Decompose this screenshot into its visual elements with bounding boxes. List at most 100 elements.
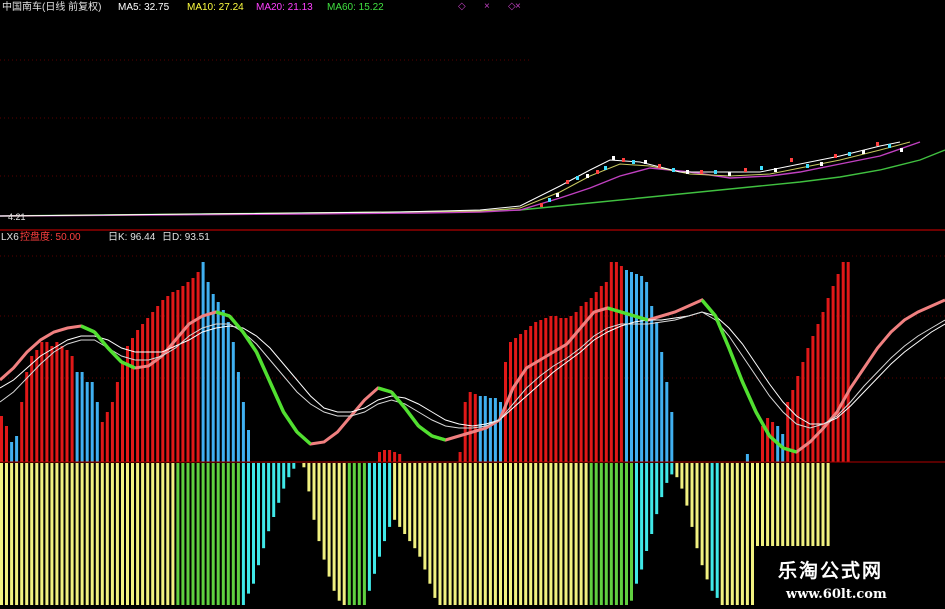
bar-down bbox=[85, 463, 89, 605]
bar-up bbox=[549, 316, 553, 462]
ma60-line bbox=[0, 149, 945, 217]
k-line-falling-segment bbox=[377, 386, 392, 394]
bar-down bbox=[635, 463, 638, 584]
bar-up bbox=[121, 362, 124, 462]
bar-down bbox=[695, 463, 699, 549]
bar-down bbox=[584, 463, 588, 605]
bar-down bbox=[247, 463, 250, 594]
bar-down bbox=[609, 463, 613, 605]
bar-up bbox=[539, 320, 543, 462]
bar-up bbox=[468, 392, 472, 462]
bar-up bbox=[544, 318, 548, 462]
indicator-bars bbox=[0, 262, 850, 605]
bar-down bbox=[660, 463, 664, 498]
bar-down bbox=[418, 463, 422, 557]
bar-down bbox=[307, 463, 311, 492]
bar-down bbox=[216, 463, 220, 605]
candle bbox=[556, 193, 559, 197]
bar-down bbox=[725, 463, 729, 605]
bar-down bbox=[534, 463, 538, 605]
bar-down bbox=[211, 463, 215, 605]
close-icon[interactable]: × bbox=[515, 1, 521, 12]
bar-down bbox=[413, 463, 417, 549]
candle bbox=[714, 170, 717, 174]
candle bbox=[604, 166, 607, 170]
bar-down bbox=[579, 463, 583, 605]
bar-down bbox=[594, 463, 598, 605]
k-line-falling-segment bbox=[93, 330, 110, 350]
bar-down bbox=[564, 463, 568, 605]
ma5-label: MA5: 32.75 bbox=[118, 2, 170, 13]
candle bbox=[644, 160, 647, 164]
bar-down bbox=[539, 463, 543, 605]
candle bbox=[888, 144, 891, 148]
bar-down bbox=[680, 463, 684, 489]
bar-down bbox=[277, 463, 281, 503]
bar-up bbox=[559, 318, 563, 462]
bar-down bbox=[740, 463, 744, 605]
bar-down bbox=[383, 463, 386, 542]
bar-down bbox=[468, 463, 472, 605]
chart-canvas[interactable] bbox=[0, 0, 945, 609]
bar-down bbox=[493, 463, 497, 605]
bar-up bbox=[650, 306, 654, 462]
bar-down bbox=[40, 463, 44, 605]
bar-down bbox=[292, 463, 296, 469]
bar-down bbox=[282, 463, 286, 489]
bar-up bbox=[236, 372, 240, 462]
k-line-falling-segment bbox=[740, 381, 758, 413]
bar-down bbox=[156, 463, 160, 605]
bar-down bbox=[302, 463, 306, 468]
candle bbox=[862, 150, 865, 154]
bar-down bbox=[201, 463, 205, 605]
bar-up bbox=[50, 346, 54, 462]
bar-down bbox=[483, 463, 487, 605]
candle bbox=[876, 142, 879, 146]
bar-up bbox=[211, 294, 215, 462]
bar-down bbox=[110, 463, 114, 605]
close-icon[interactable]: × bbox=[484, 1, 490, 12]
bar-down bbox=[670, 463, 674, 475]
candle bbox=[700, 170, 703, 174]
bar-down bbox=[373, 463, 376, 574]
candle bbox=[728, 172, 731, 176]
bar-down bbox=[438, 463, 442, 605]
diamond-icon[interactable]: ◇ bbox=[458, 1, 466, 12]
bar-up bbox=[393, 452, 397, 462]
candle bbox=[632, 160, 635, 164]
bar-up bbox=[846, 262, 850, 462]
bar-up bbox=[40, 342, 44, 462]
bar-down bbox=[20, 463, 24, 605]
bar-down bbox=[0, 463, 3, 605]
bar-down bbox=[599, 463, 603, 605]
candle bbox=[566, 180, 569, 184]
bar-down bbox=[604, 463, 608, 605]
bar-down bbox=[226, 463, 230, 605]
bar-up bbox=[614, 262, 618, 462]
bar-down bbox=[181, 463, 185, 605]
bar-up bbox=[383, 450, 386, 462]
bar-up bbox=[554, 316, 558, 462]
bar-up bbox=[141, 324, 145, 462]
bar-down bbox=[715, 463, 719, 598]
bar-down bbox=[458, 463, 462, 605]
bar-down bbox=[287, 463, 291, 478]
ma20-line bbox=[0, 141, 921, 217]
bar-down bbox=[408, 463, 412, 542]
candle bbox=[806, 164, 809, 168]
bar-down bbox=[312, 463, 316, 520]
bar-down bbox=[443, 463, 447, 605]
bar-down bbox=[196, 463, 200, 605]
bar-up bbox=[499, 402, 502, 462]
bar-down bbox=[478, 463, 482, 605]
bar-down bbox=[705, 463, 709, 580]
candle bbox=[612, 156, 615, 160]
bar-up bbox=[136, 330, 140, 462]
bar-down bbox=[262, 463, 266, 549]
bar-up bbox=[15, 436, 19, 462]
bar-down bbox=[589, 463, 593, 605]
bar-up bbox=[231, 342, 235, 462]
bar-up bbox=[110, 402, 114, 462]
bar-down bbox=[519, 463, 523, 605]
bar-down bbox=[428, 463, 432, 584]
